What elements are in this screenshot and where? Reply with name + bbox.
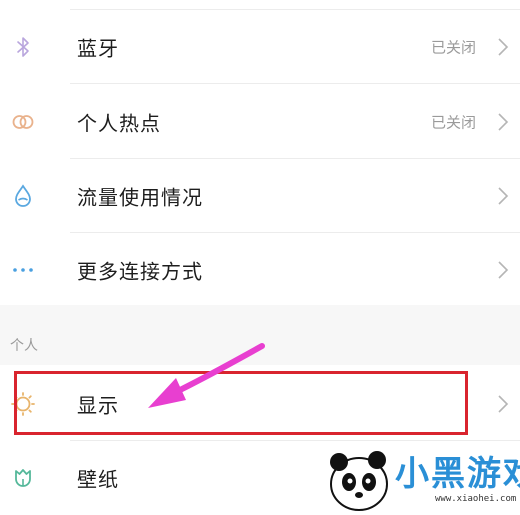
watermark-logo: 小黑游戏 www.xiaohei.com [325,440,520,515]
hotspot-status: 已关闭 [430,113,476,132]
bluetooth-icon [10,34,36,60]
more-dots-icon [10,257,36,283]
more-connections-row[interactable]: 更多连接方式 [0,233,520,307]
data-usage-row[interactable]: 流量使用情况 [0,159,520,233]
hotspot-row[interactable]: 个人热点 已关闭 [0,85,520,159]
chevron-right-icon [496,394,510,414]
data-usage-icon [10,183,36,209]
section-header: 个人 [0,305,520,365]
watermark-text: 小黑游戏 [395,454,520,494]
row-divider [70,83,520,84]
bluetooth-status: 已关闭 [430,38,476,57]
more-connections-label: 更多连接方式 [77,259,203,284]
bluetooth-row[interactable]: 蓝牙 已关闭 [0,10,520,84]
section-label-personal: 个人 [10,338,38,354]
wallpaper-tulip-icon [10,465,36,491]
hotspot-label: 个人热点 [77,111,161,136]
watermark-url: www.xiaohei.com [435,494,517,504]
wallpaper-label: 壁纸 [77,467,119,492]
chevron-right-icon [496,37,510,57]
data-usage-label: 流量使用情况 [77,185,203,210]
chevron-right-icon [496,186,510,206]
chevron-right-icon [496,112,510,132]
chevron-right-icon [496,260,510,280]
hotspot-icon [10,109,36,135]
highlight-box [14,371,468,435]
bluetooth-label: 蓝牙 [77,36,119,61]
